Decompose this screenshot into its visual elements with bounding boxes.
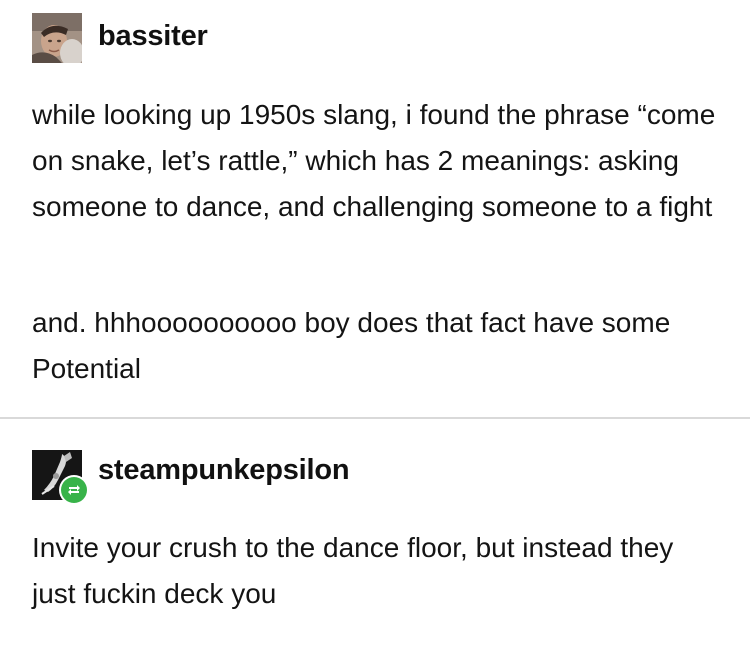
bassiter-avatar[interactable] — [32, 13, 82, 63]
post-text: Invite your crush to the dance floor, bu… — [32, 532, 674, 609]
post-text: and. hhhoooooooooo boy does that fact ha… — [32, 307, 671, 384]
username-link[interactable]: steampunkepsilon — [98, 454, 350, 487]
post-header: steampunkepsilon — [98, 454, 350, 487]
profile-photo-icon — [32, 13, 82, 63]
divider — [0, 417, 750, 419]
reblog-badge — [59, 475, 89, 505]
post-text: while looking up 1950s slang, i found th… — [32, 99, 716, 222]
username-link[interactable]: bassiter — [98, 20, 208, 53]
reblog-icon — [61, 477, 87, 503]
steampunkepsilon-avatar[interactable] — [32, 450, 89, 505]
post-header: bassiter — [98, 20, 208, 53]
